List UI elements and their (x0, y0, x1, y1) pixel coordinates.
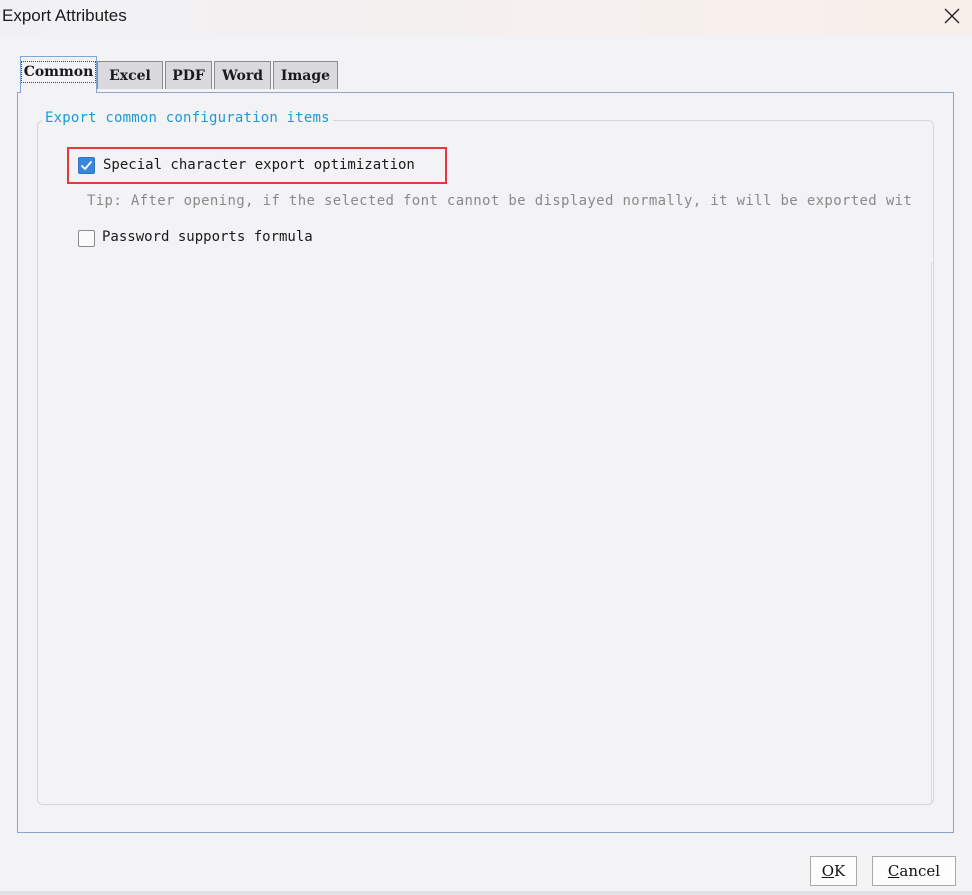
password-formula-checkbox[interactable] (78, 230, 95, 247)
tab-pdf[interactable]: PDF (165, 61, 212, 89)
special-character-label[interactable]: Special character export optimization (103, 157, 415, 173)
special-character-checkbox[interactable] (78, 157, 95, 174)
tab-word[interactable]: Word (214, 61, 271, 89)
title-bar: Export Attributes (0, 0, 972, 34)
tab-label: PDF (172, 67, 205, 84)
ok-button[interactable]: OK (810, 856, 857, 886)
close-button[interactable] (936, 1, 968, 31)
export-attributes-dialog: Export Attributes Common Excel PDF Word … (0, 0, 972, 895)
tab-label: Excel (109, 67, 151, 84)
groupbox-title: Export common configuration items (42, 110, 333, 126)
password-formula-label[interactable]: Password supports formula (102, 229, 313, 245)
content-area (38, 262, 932, 802)
tab-image[interactable]: Image (273, 61, 338, 89)
bottom-strip (0, 891, 972, 895)
cancel-button-label: Cancel (887, 862, 941, 880)
window-title: Export Attributes (2, 6, 127, 25)
tip-text: Tip: After opening, if the selected font… (87, 193, 913, 209)
tab-label: Word (221, 67, 264, 84)
ok-button-label: OK (821, 862, 846, 880)
cancel-button[interactable]: Cancel (872, 856, 956, 886)
tab-label: Image (280, 67, 331, 84)
tab-label: Common (20, 61, 97, 83)
checkmark-icon (81, 161, 92, 170)
close-icon (944, 8, 960, 24)
tab-excel[interactable]: Excel (97, 61, 163, 89)
tab-common[interactable]: Common (20, 56, 97, 93)
